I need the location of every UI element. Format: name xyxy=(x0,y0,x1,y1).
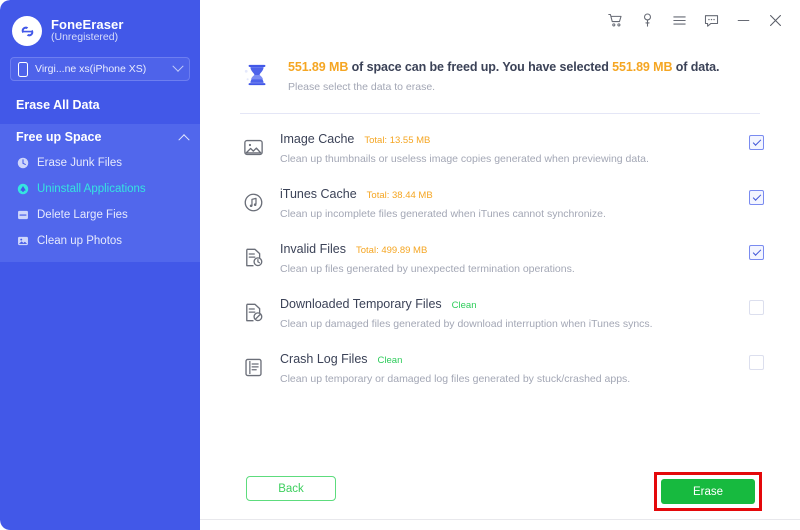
image-cache-icon xyxy=(240,134,266,160)
titlebar xyxy=(200,0,800,40)
close-icon[interactable] xyxy=(766,11,784,29)
sidebar-group-header[interactable]: Free up Space xyxy=(0,124,200,150)
list-item[interactable]: Downloaded Temporary Files Clean Clean u… xyxy=(240,287,764,342)
sidebar-item-uninstall-applications[interactable]: Uninstall Applications xyxy=(0,176,200,202)
photos-icon xyxy=(16,234,30,248)
clock-icon xyxy=(16,156,30,170)
list-item[interactable]: Crash Log Files Clean Clean up temporary… xyxy=(240,342,764,397)
invalid-files-icon xyxy=(240,244,266,270)
sidebar-item-label: Clean up Photos xyxy=(37,235,123,247)
check-icon xyxy=(752,136,761,146)
summary-banner: 551.89 MB of space can be freed up. You … xyxy=(200,40,800,93)
phone-icon xyxy=(18,61,28,77)
list-item-body: Downloaded Temporary Files Clean Clean u… xyxy=(280,296,749,330)
list-item-description: Clean up thumbnails or useless image cop… xyxy=(280,153,649,165)
chevron-up-icon xyxy=(178,134,190,146)
cart-icon[interactable] xyxy=(606,11,624,29)
sidebar-item-erase-junk-files[interactable]: Erase Junk Files xyxy=(0,150,200,176)
brand-status: (Unregistered) xyxy=(51,31,119,44)
list-item-title: Invalid Files xyxy=(280,242,346,256)
footer: Back Erase xyxy=(200,470,800,520)
uninstall-icon xyxy=(16,182,30,196)
sidebar-item-erase-all-data-label: Erase All Data xyxy=(16,98,100,112)
list-item-checkbox[interactable] xyxy=(749,135,764,150)
list-item-body: iTunes Cache Total: 38.44 MB Clean up in… xyxy=(280,186,749,220)
downloaded-temp-files-icon xyxy=(240,299,266,325)
list-item-total: Total: 13.55 MB xyxy=(364,135,431,146)
list-item-body: Invalid Files Total: 499.89 MB Clean up … xyxy=(280,241,749,275)
list-item-title-line: Downloaded Temporary Files Clean xyxy=(280,297,749,311)
list-item[interactable]: Image Cache Total: 13.55 MB Clean up thu… xyxy=(240,122,764,177)
list-item-total: Total: 38.44 MB xyxy=(366,190,433,201)
list-item[interactable]: Invalid Files Total: 499.89 MB Clean up … xyxy=(240,232,764,287)
list-item-body: Image Cache Total: 13.55 MB Clean up thu… xyxy=(280,131,749,165)
list-item-description: Clean up damaged files generated by down… xyxy=(280,318,653,330)
banner-text-end: of data. xyxy=(672,60,720,74)
erase-button[interactable]: Erase xyxy=(661,479,755,504)
list-item-body: Crash Log Files Clean Clean up temporary… xyxy=(280,351,749,385)
list-item-description: Clean up temporary or damaged log files … xyxy=(280,373,631,385)
list-item-title: Downloaded Temporary Files xyxy=(280,297,442,311)
device-selector-label: Virgi...ne xs(iPhone XS) xyxy=(35,63,147,75)
sidebar-group-free-up-space: Free up Space Erase Junk Files Uninstall… xyxy=(0,124,200,262)
sidebar-item-erase-all-data[interactable]: Erase All Data xyxy=(0,92,200,118)
footer-divider xyxy=(200,519,800,520)
list-item-description: Clean up incomplete files generated when… xyxy=(280,208,606,220)
application-window: FoneEraser (Unregistered) Virgi...ne xs(… xyxy=(0,0,800,530)
sidebar-item-delete-large-files[interactable]: Delete Large Fies xyxy=(0,202,200,228)
list-item-total: Total: 499.89 MB xyxy=(356,245,428,256)
list-item-status-badge: Clean xyxy=(377,355,403,366)
list-item-checkbox[interactable] xyxy=(749,190,764,205)
hourglass-icon xyxy=(240,58,274,92)
itunes-cache-icon xyxy=(240,189,266,215)
check-icon xyxy=(752,246,761,256)
list-item-title: iTunes Cache xyxy=(280,187,357,201)
sidebar-group-title: Free up Space xyxy=(16,130,102,144)
back-button[interactable]: Back xyxy=(246,476,336,501)
chat-icon[interactable] xyxy=(702,11,720,29)
list-item-description: Clean up files generated by unexpected t… xyxy=(280,263,575,275)
cleanup-item-list: Image Cache Total: 13.55 MB Clean up thu… xyxy=(200,122,800,397)
brand-name: FoneEraser xyxy=(51,16,124,32)
minimize-icon[interactable] xyxy=(734,11,752,29)
large-files-icon xyxy=(16,208,30,222)
brand: FoneEraser (Unregistered) xyxy=(0,0,200,48)
sidebar-item-label: Uninstall Applications xyxy=(37,183,146,195)
list-item-title-line: iTunes Cache Total: 38.44 MB xyxy=(280,187,749,201)
erase-button-label: Erase xyxy=(692,485,724,498)
back-button-label: Back xyxy=(278,482,304,495)
erase-button-highlight: Erase xyxy=(654,472,762,511)
key-icon[interactable] xyxy=(638,11,656,29)
sidebar: FoneEraser (Unregistered) Virgi...ne xs(… xyxy=(0,0,200,530)
banner-text-mid: of space can be freed up. You have selec… xyxy=(348,60,613,74)
list-item-checkbox[interactable] xyxy=(749,355,764,370)
banner-divider xyxy=(240,113,760,114)
sidebar-item-clean-up-photos[interactable]: Clean up Photos xyxy=(0,228,200,254)
check-icon xyxy=(752,191,761,201)
banner-freed-amount: 551.89 MB xyxy=(288,60,349,74)
list-item-checkbox[interactable] xyxy=(749,245,764,260)
list-item-checkbox[interactable] xyxy=(749,300,764,315)
chevron-down-icon xyxy=(172,60,184,72)
sidebar-item-label: Erase Junk Files xyxy=(37,157,123,169)
list-item-title-line: Invalid Files Total: 499.89 MB xyxy=(280,242,749,256)
banner-selected-amount: 551.89 MB xyxy=(612,60,673,74)
menu-icon[interactable] xyxy=(670,11,688,29)
main-panel: 551.89 MB of space can be freed up. You … xyxy=(200,0,800,530)
app-logo-icon xyxy=(12,16,42,46)
sidebar-item-label: Delete Large Fies xyxy=(37,209,128,221)
list-item-title: Crash Log Files xyxy=(280,352,368,366)
device-selector[interactable]: Virgi...ne xs(iPhone XS) xyxy=(10,57,190,81)
banner-subtitle: Please select the data to erase. xyxy=(288,81,436,93)
list-item-title-line: Crash Log Files Clean xyxy=(280,352,749,366)
list-item-title-line: Image Cache Total: 13.55 MB xyxy=(280,132,749,146)
banner-headline: 551.89 MB of space can be freed up. You … xyxy=(288,60,720,74)
list-item[interactable]: iTunes Cache Total: 38.44 MB Clean up in… xyxy=(240,177,764,232)
crash-log-files-icon xyxy=(240,354,266,380)
list-item-title: Image Cache xyxy=(280,132,355,146)
list-item-status-badge: Clean xyxy=(451,300,477,311)
